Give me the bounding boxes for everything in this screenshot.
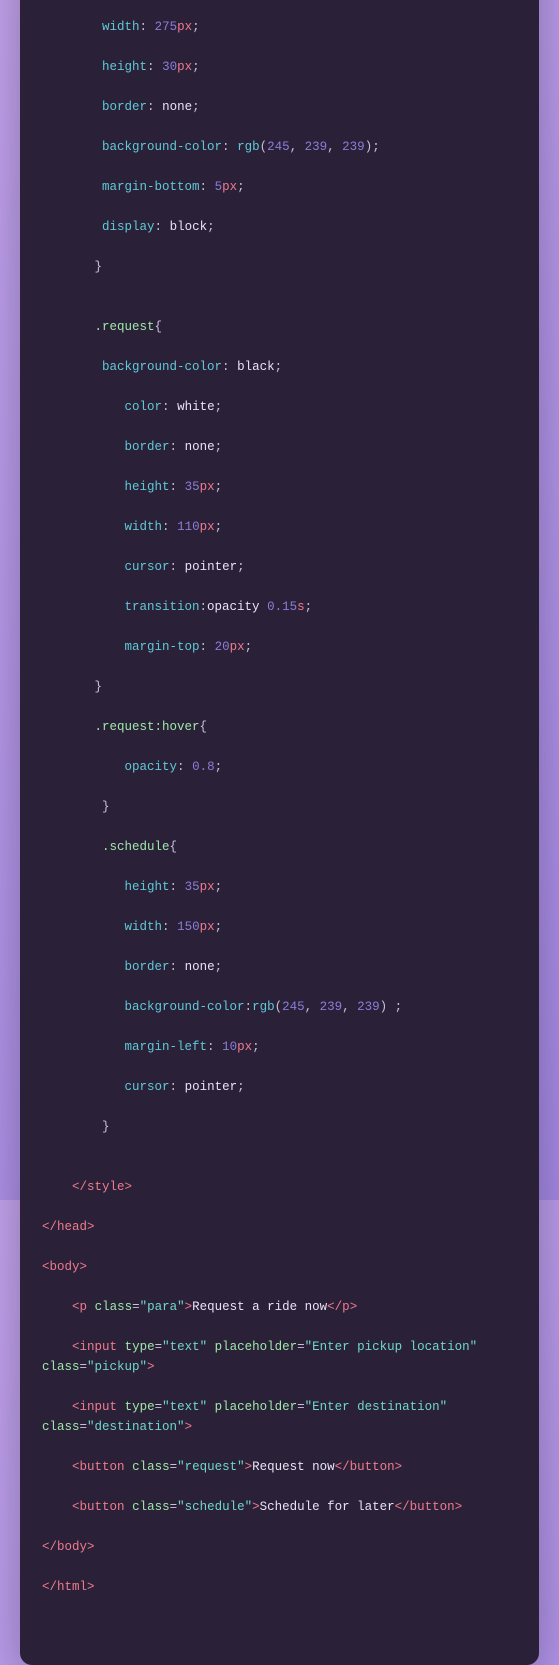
- sel-request-hover: .request:hover: [95, 720, 200, 734]
- tag-body: body: [50, 1260, 80, 1274]
- sel-request: .request: [95, 320, 155, 334]
- btn-request-text: Request now: [252, 1460, 335, 1474]
- p-text: Request a ride now: [192, 1300, 327, 1314]
- tag-input-pickup: input: [80, 1340, 118, 1354]
- code-content[interactable]: <html lang="en"> <head> <title>Document<…: [20, 0, 539, 1665]
- sel-schedule: .schedule: [102, 840, 170, 854]
- tag-p: p: [80, 1300, 88, 1314]
- code-editor-window: <html lang="en"> <head> <title>Document<…: [20, 0, 539, 1665]
- tag-button-schedule: button: [80, 1500, 125, 1514]
- btn-schedule-text: Schedule for later: [260, 1500, 395, 1514]
- tag-input-dest: input: [80, 1400, 118, 1414]
- tag-button-request: button: [80, 1460, 125, 1474]
